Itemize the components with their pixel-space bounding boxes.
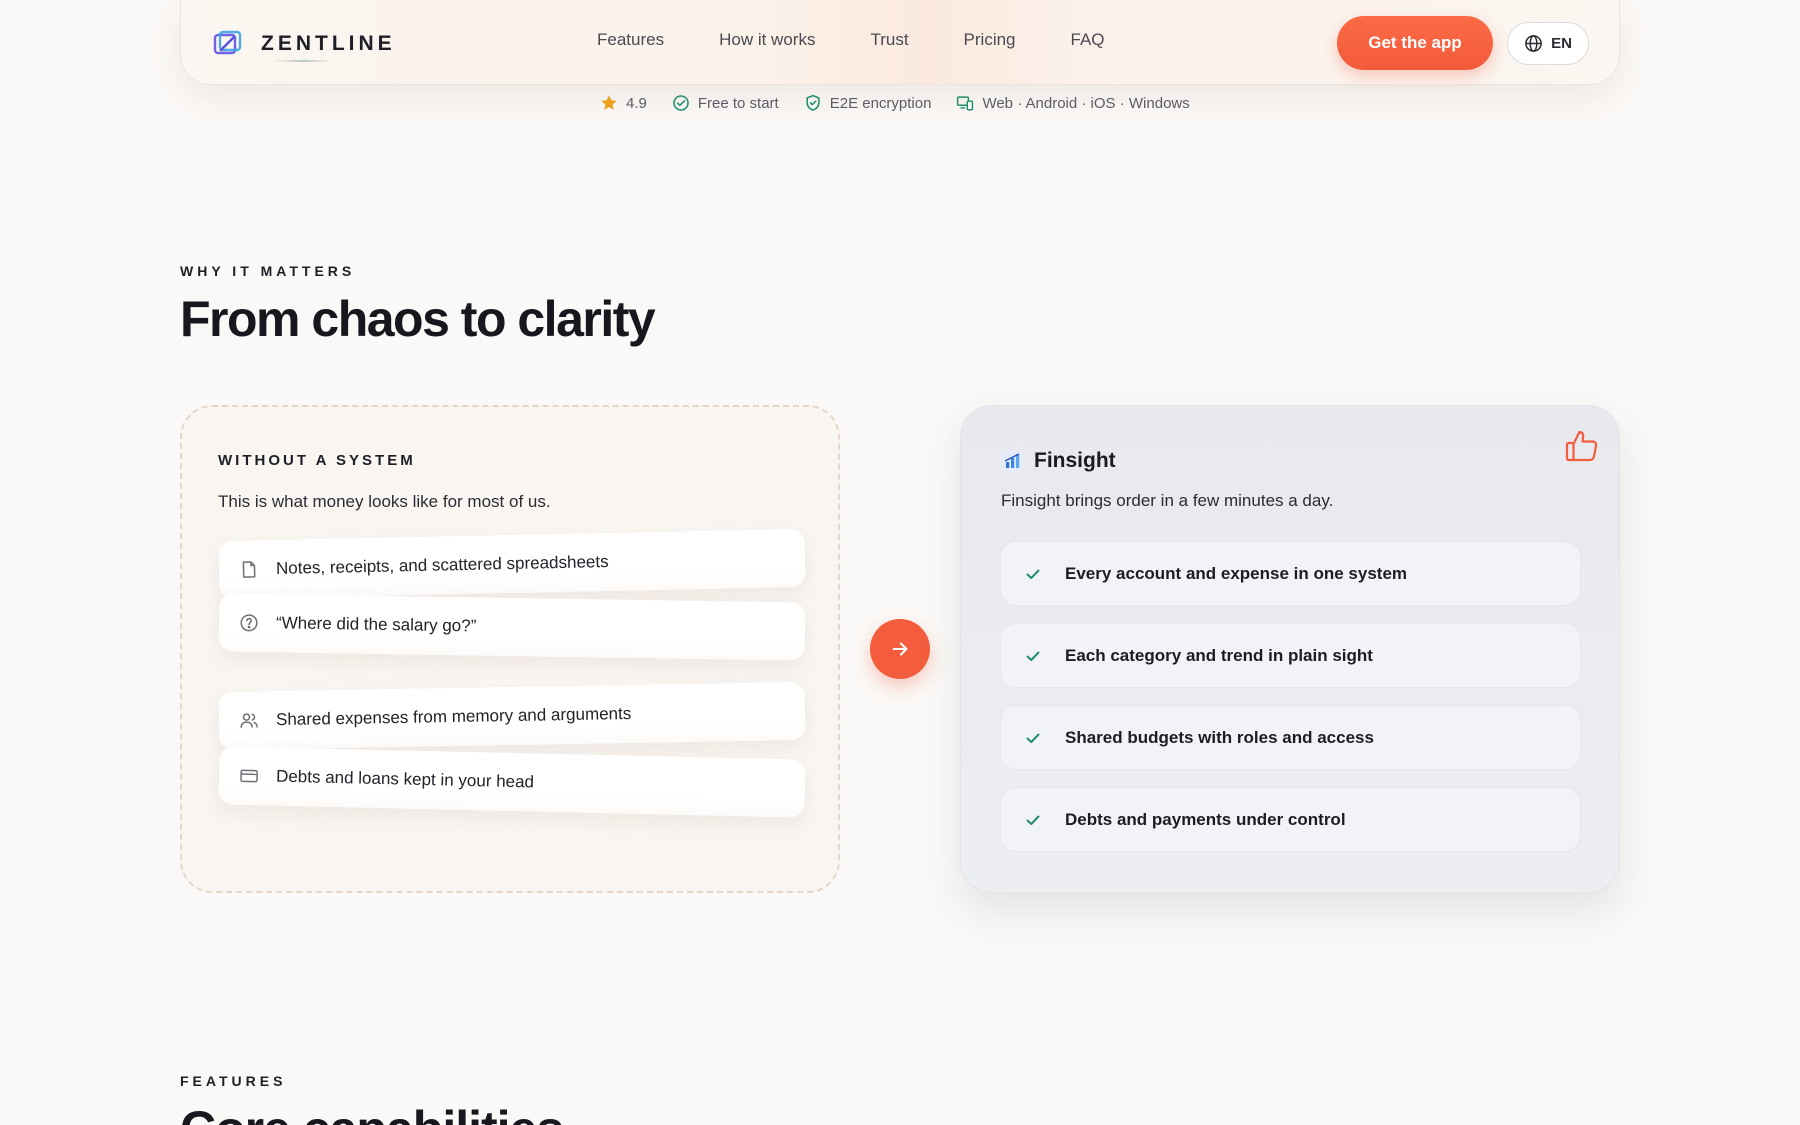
- language-label: EN: [1551, 35, 1572, 52]
- trust-free: Free to start: [672, 94, 779, 112]
- nav-link-faq[interactable]: FAQ: [1071, 30, 1105, 50]
- devices-icon: [957, 96, 974, 111]
- finsight-subtitle: Finsight brings order in a few minutes a…: [1001, 491, 1334, 510]
- benefit-text: Debts and payments under control: [1065, 809, 1346, 829]
- brand[interactable]: ZENTLINE: [211, 30, 396, 58]
- finsight-name: Finsight: [1034, 449, 1116, 472]
- document-icon: [242, 561, 256, 578]
- brand-name: ZENTLINE: [261, 32, 396, 55]
- check-icon: [1026, 569, 1040, 579]
- benefit-item-debts: Debts and payments under control: [1000, 787, 1581, 852]
- nav-link-features[interactable]: Features: [597, 30, 664, 50]
- arrow-right-icon: [892, 642, 908, 656]
- question-icon: [240, 614, 258, 632]
- pain-item-text: “Where did the salary go?”: [275, 613, 477, 636]
- benefit-item-categories: Each category and trend in plain sight: [1000, 623, 1581, 688]
- encryption-label: E2E encryption: [829, 94, 932, 112]
- section-title-features: Core capabilities: [180, 1100, 564, 1125]
- nav-link-pricing[interactable]: Pricing: [964, 30, 1016, 50]
- card-icon: [240, 769, 258, 783]
- finsight-logo-icon: [1002, 450, 1024, 472]
- rating-value: 4.9: [626, 94, 647, 112]
- arrow-right-button[interactable]: [870, 619, 930, 679]
- shield-icon: [806, 94, 820, 111]
- platforms-label: Web · Android · iOS · Windows: [982, 94, 1190, 112]
- language-switcher[interactable]: EN: [1507, 22, 1589, 65]
- trust-bar: 4.9 Free to start E2E encryption Web · A…: [600, 94, 1215, 112]
- top-navbar: ZENTLINE Features How it works Trust Pri…: [180, 0, 1620, 85]
- nav-link-trust[interactable]: Trust: [870, 30, 908, 50]
- without-system-subtitle: This is what money looks like for most o…: [218, 492, 551, 511]
- trust-platforms: Web · Android · iOS · Windows: [956, 94, 1190, 112]
- check-icon: [1026, 651, 1040, 661]
- check-icon: [1026, 733, 1040, 743]
- pain-item-text: Debts and loans kept in your head: [275, 766, 535, 792]
- thumbs-up-icon: [1565, 430, 1598, 462]
- pain-item-text: Shared expenses from memory and argument…: [275, 703, 632, 730]
- brand-underline: [273, 60, 333, 62]
- check-circle-icon: [673, 95, 689, 111]
- landing-page: ZENTLINE Features How it works Trust Pri…: [0, 0, 1800, 1125]
- finsight-card: Finsight Finsight brings order in a few …: [960, 405, 1620, 893]
- without-system-label: WITHOUT A SYSTEM: [218, 452, 416, 469]
- pain-item-shared: Shared expenses from memory and argument…: [218, 681, 806, 751]
- without-system-card: WITHOUT A SYSTEM This is what money look…: [180, 405, 840, 893]
- pain-item-notes: Notes, receipts, and scattered spreadshe…: [218, 528, 806, 600]
- star-icon: [601, 95, 617, 110]
- benefit-text: Every account and expense in one system: [1065, 563, 1408, 583]
- brand-logo-icon: [213, 30, 242, 55]
- free-label: Free to start: [697, 94, 779, 112]
- nav-link-how-it-works[interactable]: How it works: [719, 30, 815, 50]
- users-icon: [240, 713, 258, 728]
- benefit-text: Shared budgets with roles and access: [1065, 727, 1374, 747]
- section-eyebrow-why: WHY IT MATTERS: [180, 263, 356, 279]
- benefit-item-accounts: Every account and expense in one system: [1000, 541, 1581, 606]
- nav-links: Features How it works Trust Pricing FAQ: [597, 30, 1160, 50]
- pain-item-salary: “Where did the salary go?”: [218, 593, 806, 661]
- benefit-text: Each category and trend in plain sight: [1065, 645, 1373, 665]
- section-eyebrow-features: FEATURES: [180, 1073, 287, 1089]
- section-title-why: From chaos to clarity: [180, 291, 656, 347]
- check-icon: [1026, 815, 1040, 825]
- globe-icon: [1525, 35, 1542, 52]
- trust-encryption: E2E encryption: [804, 94, 932, 112]
- pain-item-debts: Debts and loans kept in your head: [218, 746, 806, 818]
- benefit-item-budgets: Shared budgets with roles and access: [1000, 705, 1581, 770]
- get-app-button[interactable]: Get the app: [1337, 16, 1493, 70]
- trust-rating: 4.9: [600, 94, 647, 112]
- pain-item-text: Notes, receipts, and scattered spreadshe…: [275, 551, 609, 578]
